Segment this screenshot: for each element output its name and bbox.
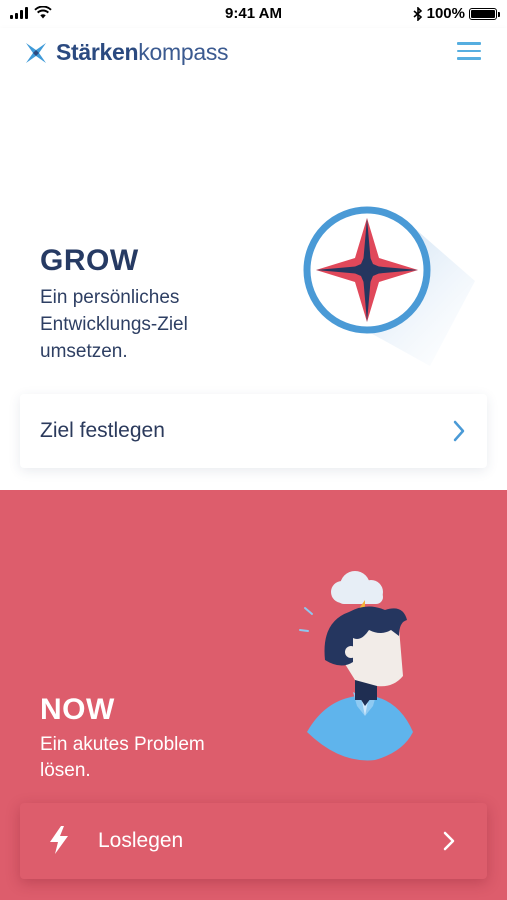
grow-title: GROW bbox=[40, 244, 139, 277]
battery-icon bbox=[469, 7, 500, 20]
status-bar: 9:41 AM 100% bbox=[0, 0, 507, 28]
lightning-icon bbox=[50, 826, 68, 854]
set-goal-button[interactable]: Ziel festlegen bbox=[20, 394, 487, 468]
navbar: Stärkenkompass bbox=[0, 28, 507, 78]
now-section: NOW Ein akutes Problem lösen. Loslegen bbox=[0, 490, 507, 900]
status-right: 100% bbox=[413, 5, 500, 22]
brand-logo[interactable]: Stärkenkompass bbox=[24, 39, 229, 66]
brand-name-strong: Stärken bbox=[56, 39, 139, 65]
chevron-right-icon bbox=[453, 420, 465, 442]
battery-percent: 100% bbox=[426, 5, 465, 22]
get-started-button[interactable]: Loslegen bbox=[20, 803, 487, 879]
chevron-right-icon bbox=[443, 831, 455, 851]
brand-name: Stärkenkompass bbox=[56, 39, 229, 66]
bluetooth-icon bbox=[413, 6, 422, 21]
grow-description: Ein persönliches Entwicklungs-Ziel umset… bbox=[40, 287, 188, 362]
grow-section: GROW Ein persönliches Entwicklungs-Ziel … bbox=[0, 78, 507, 490]
set-goal-label: Ziel festlegen bbox=[40, 419, 165, 442]
compass-icon bbox=[303, 206, 475, 366]
now-title: NOW bbox=[40, 693, 115, 726]
brand-name-light: kompass bbox=[138, 39, 229, 65]
battery-fill bbox=[471, 9, 495, 18]
hamburger-menu-icon[interactable] bbox=[457, 42, 481, 62]
stressed-person-illustration bbox=[299, 571, 413, 761]
compass-star-icon bbox=[26, 42, 46, 63]
now-description: Ein akutes Problem lösen. bbox=[40, 734, 205, 781]
get-started-label: Loslegen bbox=[98, 829, 184, 852]
